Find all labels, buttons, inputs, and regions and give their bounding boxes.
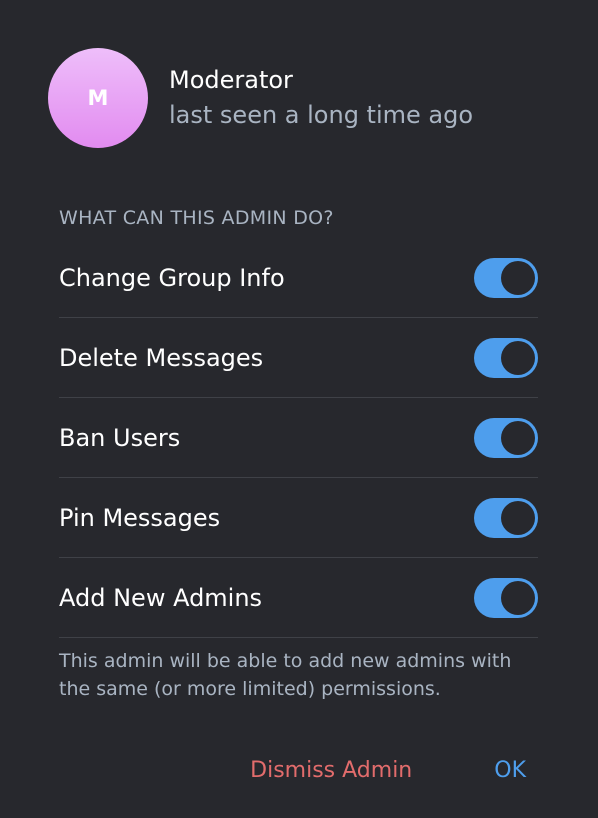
dialog-actions: Dismiss Admin OK	[250, 758, 526, 783]
permissions-note: This admin will be able to add new admin…	[59, 650, 512, 700]
pin-messages-toggle[interactable]	[474, 497, 538, 538]
delete-messages-toggle[interactable]	[474, 337, 538, 378]
section-title: WHAT CAN THIS ADMIN DO?	[59, 207, 334, 229]
permission-label: Delete Messages	[59, 343, 264, 372]
permissions-list: Change Group Info Delete Messages Ban Us…	[59, 238, 538, 638]
permission-row-delete-messages[interactable]: Delete Messages	[59, 318, 538, 398]
toggle-knob	[501, 580, 535, 615]
permission-label: Pin Messages	[59, 503, 221, 532]
toggle-knob	[501, 420, 535, 455]
permission-row-ban-users[interactable]: Ban Users	[59, 398, 538, 478]
user-info: Moderator last seen a long time ago	[169, 65, 473, 132]
toggle-knob	[501, 260, 535, 295]
permission-label: Add New Admins	[59, 583, 263, 612]
ban-users-toggle[interactable]	[474, 417, 538, 458]
admin-rights-dialog: M Moderator last seen a long time ago WH…	[0, 0, 598, 818]
permission-row-add-new-admins[interactable]: Add New Admins	[59, 558, 538, 638]
user-name: Moderator	[169, 65, 293, 94]
change-group-info-toggle[interactable]	[474, 257, 538, 298]
toggle-knob	[501, 500, 535, 535]
permission-row-pin-messages[interactable]: Pin Messages	[59, 478, 538, 558]
user-header: M Moderator last seen a long time ago	[48, 48, 473, 148]
permission-label: Ban Users	[59, 423, 181, 452]
user-status: last seen a long time ago	[169, 100, 474, 129]
permission-row-change-group-info[interactable]: Change Group Info	[59, 238, 538, 318]
dismiss-admin-button[interactable]: Dismiss Admin	[250, 758, 412, 783]
avatar-letter: M	[87, 86, 109, 110]
toggle-knob	[501, 340, 535, 375]
ok-button[interactable]: OK	[494, 758, 526, 783]
permission-label: Change Group Info	[59, 263, 285, 292]
avatar: M	[48, 48, 148, 148]
add-new-admins-toggle[interactable]	[474, 577, 538, 618]
